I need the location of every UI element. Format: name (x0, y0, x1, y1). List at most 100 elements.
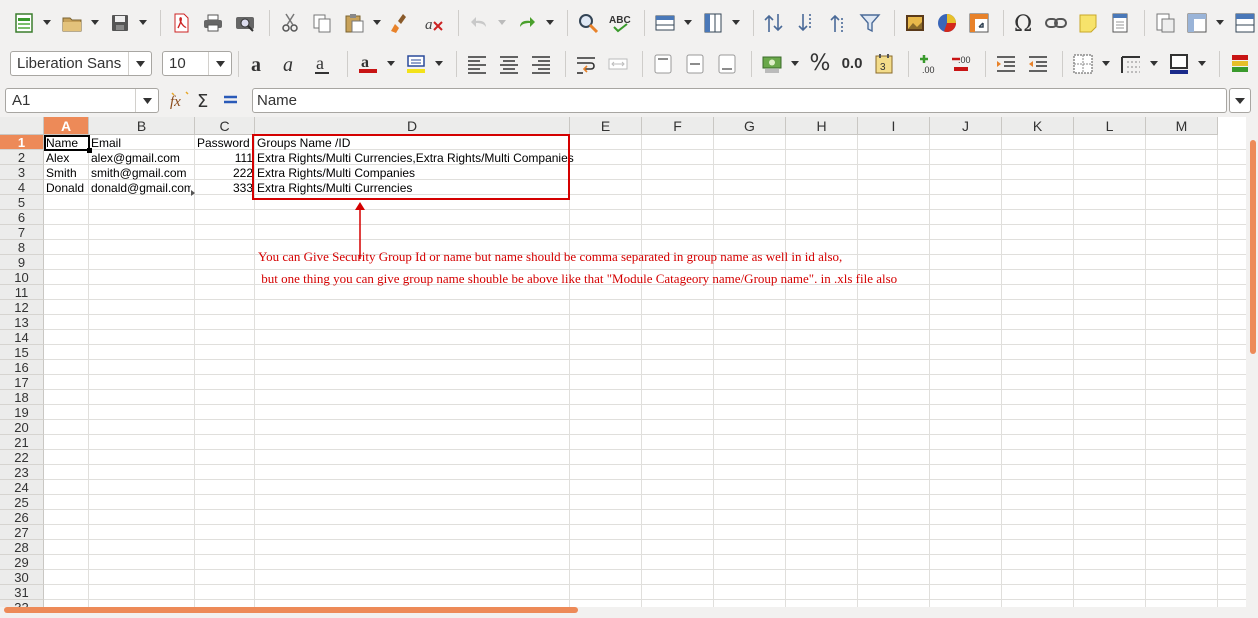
column-header-e[interactable]: E (570, 117, 642, 135)
print-preview-icon[interactable] (231, 9, 259, 37)
redo-icon[interactable] (513, 9, 541, 37)
column-header-m[interactable]: M (1146, 117, 1218, 135)
table-cell[interactable]: Smith (44, 166, 79, 181)
freeze-rows-columns-icon[interactable] (1183, 9, 1211, 37)
headers-footers-icon[interactable] (1106, 9, 1134, 37)
column-header-c[interactable]: C (195, 117, 255, 135)
cut-icon[interactable] (276, 9, 304, 37)
row-header-20[interactable]: 20 (0, 420, 44, 435)
undo-dropdown-icon[interactable] (497, 9, 507, 37)
row-header-31[interactable]: 31 (0, 585, 44, 600)
row-header-22[interactable]: 22 (0, 450, 44, 465)
row-header-19[interactable]: 19 (0, 405, 44, 420)
sort-icon[interactable] (760, 9, 788, 37)
name-box[interactable]: A1 (5, 88, 159, 113)
header-cell-email[interactable]: Email (89, 136, 123, 151)
comment-icon[interactable] (1074, 9, 1102, 37)
border-style-icon[interactable] (1117, 50, 1145, 78)
borders-dropdown-icon[interactable] (1101, 50, 1111, 78)
merge-cells-icon[interactable] (604, 50, 632, 78)
row-header-10[interactable]: 10 (0, 270, 44, 285)
pivot-table-icon[interactable] (965, 9, 993, 37)
header-cell-name[interactable]: Name (44, 136, 80, 151)
row-header-24[interactable]: 24 (0, 480, 44, 495)
chevron-down-icon[interactable] (208, 52, 231, 75)
increase-indent-icon[interactable] (992, 50, 1020, 78)
delete-decimal-place-icon[interactable]: .00 (947, 50, 975, 78)
formula-icon[interactable] (221, 90, 241, 113)
new-dropdown-icon[interactable] (42, 9, 52, 37)
row-header-3[interactable]: 3 (0, 165, 44, 180)
define-print-area-icon[interactable] (1151, 9, 1179, 37)
row-header-23[interactable]: 23 (0, 465, 44, 480)
column-icon[interactable] (699, 9, 727, 37)
chevron-down-icon[interactable] (135, 89, 158, 112)
row-header-15[interactable]: 15 (0, 345, 44, 360)
row-header-7[interactable]: 7 (0, 225, 44, 240)
row-header-27[interactable]: 27 (0, 525, 44, 540)
clear-formatting-icon[interactable]: a (420, 9, 448, 37)
font-size-box[interactable]: 10 (162, 51, 232, 76)
column-header-j[interactable]: J (930, 117, 1002, 135)
column-header-l[interactable]: L (1074, 117, 1146, 135)
row-header-18[interactable]: 18 (0, 390, 44, 405)
row-header-4[interactable]: 4 (0, 180, 44, 195)
table-cell[interactable]: 222 (195, 166, 255, 181)
find-replace-icon[interactable] (574, 9, 602, 37)
save-icon[interactable] (106, 9, 134, 37)
column-header-i[interactable]: I (858, 117, 930, 135)
align-center-icon[interactable] (495, 50, 523, 78)
row-header-17[interactable]: 17 (0, 375, 44, 390)
save-dropdown-icon[interactable] (138, 9, 148, 37)
special-character-icon[interactable]: Ω (1010, 9, 1038, 37)
date-format-icon[interactable]: 3 (870, 50, 898, 78)
vertical-scrollbar-thumb[interactable] (1250, 140, 1256, 354)
currency-format-icon[interactable] (758, 50, 786, 78)
horizontal-scrollbar-thumb[interactable] (4, 607, 578, 613)
row-header-12[interactable]: 12 (0, 300, 44, 315)
column-header-a[interactable]: A (44, 117, 89, 135)
font-color-icon[interactable]: a (354, 50, 382, 78)
row-header-25[interactable]: 25 (0, 495, 44, 510)
border-color-icon[interactable] (1165, 50, 1193, 78)
paste-dropdown-icon[interactable] (372, 9, 382, 37)
table-cell[interactable]: alex@gmail.com (89, 151, 195, 166)
wrap-text-icon[interactable] (572, 50, 600, 78)
row-header-26[interactable]: 26 (0, 510, 44, 525)
sort-descending-icon[interactable] (792, 9, 820, 37)
highlighting-dropdown-icon[interactable] (434, 50, 444, 78)
row-icon[interactable] (651, 9, 679, 37)
formula-input[interactable]: Name (252, 88, 1227, 113)
select-all-corner[interactable] (0, 117, 44, 135)
insert-chart-icon[interactable] (933, 9, 961, 37)
row-header-5[interactable]: 5 (0, 195, 44, 210)
table-cell[interactable]: Alex (44, 151, 71, 166)
new-spreadsheet-icon[interactable] (10, 9, 38, 37)
row-header-28[interactable]: 28 (0, 540, 44, 555)
column-dropdown-icon[interactable] (731, 9, 741, 37)
open-dropdown-icon[interactable] (90, 9, 100, 37)
decrease-indent-icon[interactable] (1024, 50, 1052, 78)
row-header-1[interactable]: 1 (0, 135, 44, 150)
split-window-icon[interactable] (1231, 9, 1258, 37)
table-cell[interactable]: donald@gmail.com (89, 181, 191, 196)
italic-icon[interactable]: a (277, 50, 305, 78)
bold-icon[interactable]: a (245, 50, 273, 78)
center-vertically-icon[interactable] (681, 50, 709, 78)
sum-icon[interactable]: Σ (196, 90, 216, 113)
row-header-9[interactable]: 9 (0, 255, 44, 270)
spelling-icon[interactable]: ABC (606, 9, 634, 37)
align-left-icon[interactable] (463, 50, 491, 78)
autofilter-icon[interactable] (856, 9, 884, 37)
font-name-box[interactable]: Liberation Sans (10, 51, 152, 76)
row-header-29[interactable]: 29 (0, 555, 44, 570)
highlighting-color-icon[interactable] (402, 50, 430, 78)
column-header-f[interactable]: F (642, 117, 714, 135)
open-folder-icon[interactable] (58, 9, 86, 37)
header-cell-password[interactable]: Password (195, 136, 252, 151)
column-header-d[interactable]: D (255, 117, 570, 135)
table-cell[interactable]: 111 (195, 151, 255, 166)
font-color-dropdown-icon[interactable] (386, 50, 396, 78)
currency-dropdown-icon[interactable] (790, 50, 800, 78)
chevron-down-icon[interactable] (128, 52, 151, 75)
